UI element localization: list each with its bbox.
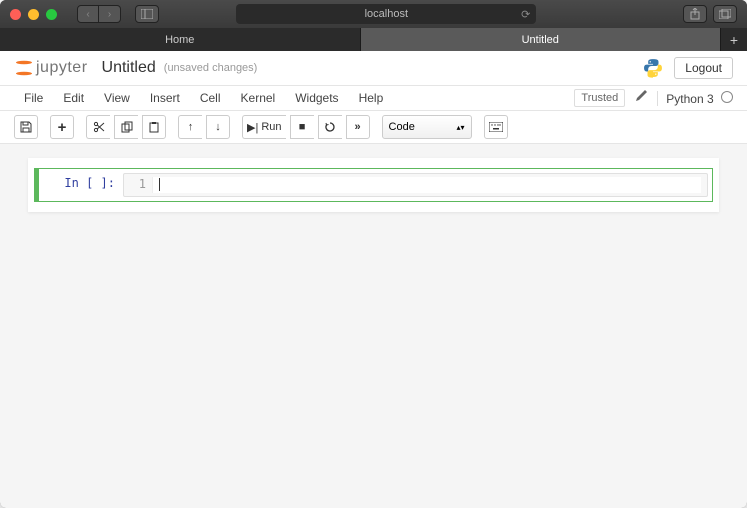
show-tabs-button[interactable] (713, 5, 737, 23)
cell-type-select[interactable]: Code ▴▾ (382, 115, 472, 139)
notebook-container: In [ ]: 1 (0, 144, 747, 226)
tab-untitled[interactable]: Untitled (361, 28, 722, 51)
copy-icon (121, 121, 133, 133)
window-controls (10, 9, 57, 20)
copy-cell-button[interactable] (114, 115, 138, 139)
command-palette-button[interactable] (484, 115, 508, 139)
save-button[interactable] (14, 115, 38, 139)
chevron-updown-icon: ▴▾ (456, 123, 464, 132)
menu-cell[interactable]: Cell (190, 86, 231, 110)
address-bar[interactable]: localhost ⟳ (236, 4, 536, 24)
text-cursor (159, 178, 160, 191)
cell-type-value: Code (389, 121, 415, 133)
run-cell-button[interactable]: ▶| Run (242, 115, 286, 139)
edit-metadata-button[interactable] (631, 89, 651, 107)
save-icon (20, 121, 32, 133)
menu-insert[interactable]: Insert (140, 86, 190, 110)
address-text: localhost (365, 8, 408, 20)
browser-tabbar: Home Untitled + (0, 28, 747, 51)
keyboard-icon (489, 122, 503, 132)
page-content: jupyter Untitled (unsaved changes) Logou… (0, 51, 747, 508)
notebook-card: In [ ]: 1 (28, 158, 719, 212)
reload-icon[interactable]: ⟳ (521, 8, 530, 21)
tab-home[interactable]: Home (0, 28, 361, 51)
move-cell-up-button[interactable]: ↑ (178, 115, 202, 139)
run-label: Run (261, 121, 281, 133)
restart-icon (324, 121, 336, 133)
share-icon (690, 8, 700, 20)
kernel-idle-icon (721, 91, 733, 103)
jupyter-logo[interactable]: jupyter (14, 58, 88, 78)
interrupt-kernel-button[interactable]: ■ (290, 115, 314, 139)
minimize-window-button[interactable] (28, 9, 39, 20)
tabs-icon (719, 9, 731, 19)
show-sidebar-button[interactable] (135, 5, 159, 23)
run-step-icon: ▶| (247, 121, 258, 134)
logout-button[interactable]: Logout (674, 57, 733, 79)
header-right: Logout (642, 57, 733, 79)
paste-cell-button[interactable] (142, 115, 166, 139)
cell-input-area[interactable]: 1 (123, 173, 708, 197)
menu-kernel[interactable]: Kernel (231, 86, 286, 110)
restart-run-all-button[interactable]: » (346, 115, 370, 139)
cut-cell-button[interactable] (86, 115, 110, 139)
menu-edit[interactable]: Edit (53, 86, 94, 110)
close-window-button[interactable] (10, 9, 21, 20)
jupyter-logo-icon (14, 58, 34, 78)
trusted-indicator[interactable]: Trusted (574, 89, 625, 107)
paste-icon (148, 121, 160, 133)
forward-button[interactable]: › (99, 5, 121, 23)
code-cell[interactable]: In [ ]: 1 (34, 168, 713, 202)
scissors-icon (93, 121, 105, 133)
move-cell-down-button[interactable]: ↓ (206, 115, 230, 139)
back-button[interactable]: ‹ (77, 5, 99, 23)
zoom-window-button[interactable] (46, 9, 57, 20)
jupyter-logo-text: jupyter (36, 59, 88, 77)
browser-window: ‹ › localhost ⟳ Home Untitled + jupyte (0, 0, 747, 508)
menubar: File Edit View Insert Cell Kernel Widget… (0, 86, 747, 111)
insert-cell-button[interactable]: + (50, 115, 74, 139)
line-number-gutter: 1 (130, 177, 152, 193)
python-logo-icon (642, 57, 664, 79)
input-prompt: In [ ]: (43, 173, 123, 197)
menu-view[interactable]: View (94, 86, 140, 110)
pencil-icon (635, 90, 647, 102)
menu-widgets[interactable]: Widgets (285, 86, 348, 110)
sidebar-icon (141, 9, 153, 19)
browser-titlebar: ‹ › localhost ⟳ (0, 0, 747, 28)
share-button[interactable] (683, 5, 707, 23)
menu-file[interactable]: File (14, 86, 53, 110)
restart-kernel-button[interactable] (318, 115, 342, 139)
new-tab-button[interactable]: + (721, 28, 747, 51)
menu-help[interactable]: Help (349, 86, 394, 110)
notebook-title[interactable]: Untitled (102, 59, 156, 77)
toolbar: + ↑ ↓ ▶| Run ■ » (0, 111, 747, 144)
save-status: (unsaved changes) (164, 62, 258, 74)
kernel-name[interactable]: Python 3 (657, 91, 733, 106)
jupyter-header: jupyter Untitled (unsaved changes) Logou… (0, 51, 747, 86)
code-editor[interactable] (152, 177, 701, 193)
nav-buttons: ‹ › (77, 5, 121, 23)
menubar-right: Trusted Python 3 (574, 89, 733, 107)
titlebar-right (683, 5, 737, 23)
kernel-name-text: Python 3 (666, 92, 713, 106)
